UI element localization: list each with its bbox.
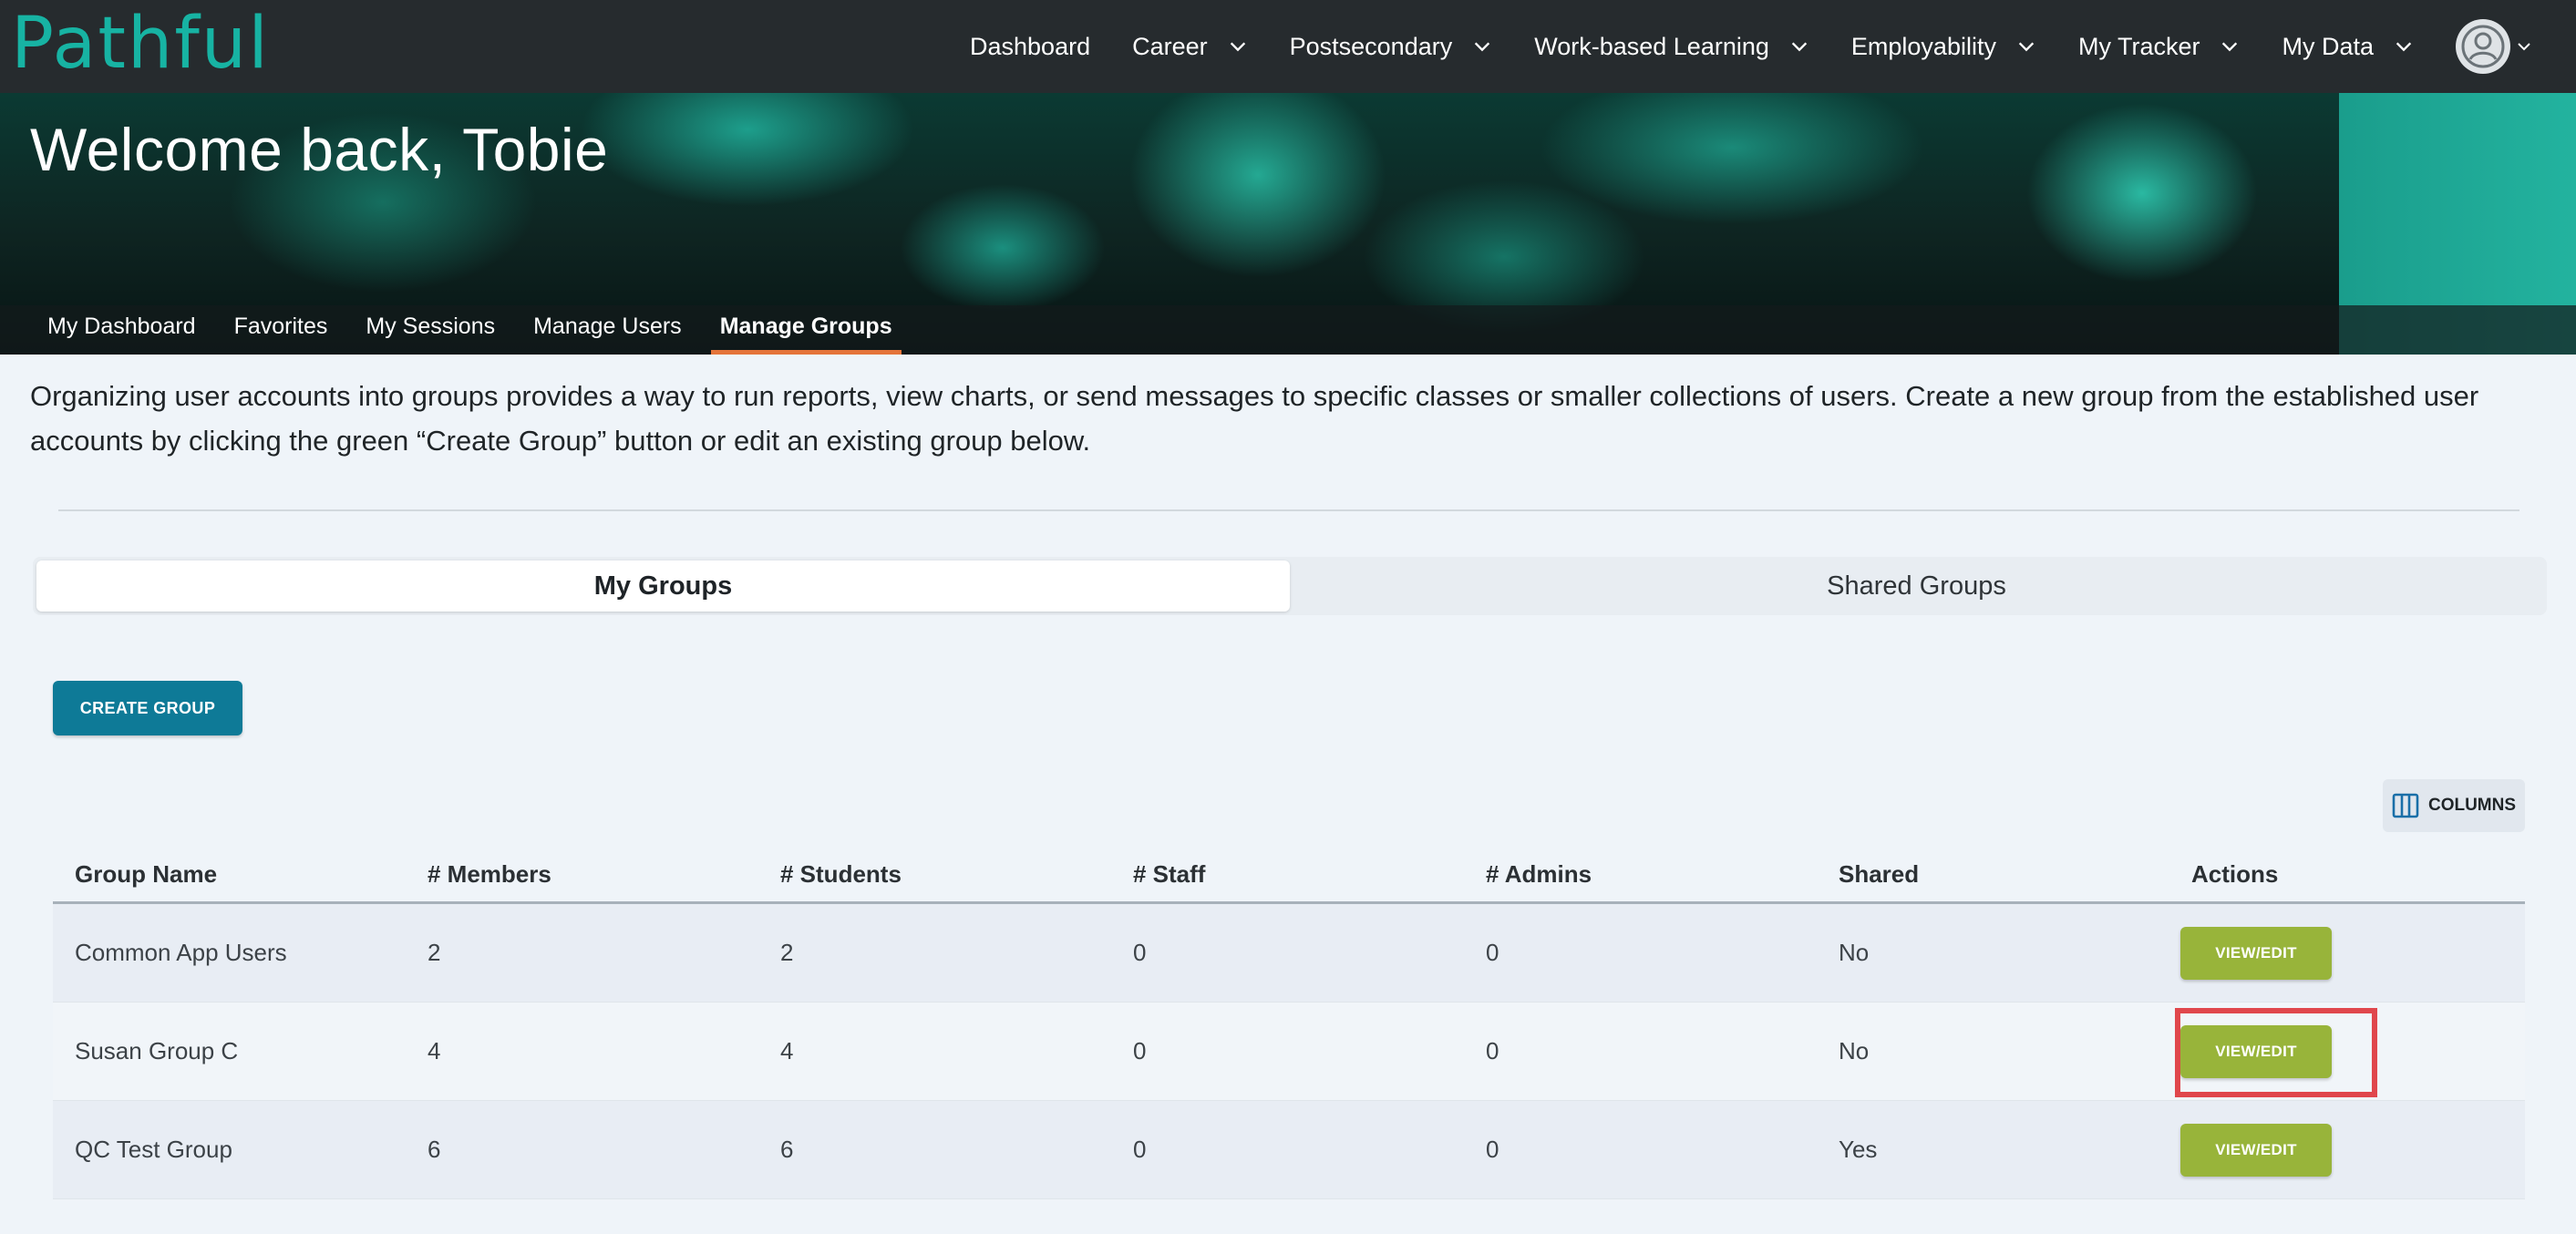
cell-actions: VIEW/EDIT xyxy=(2169,926,2525,980)
cell-admins: 0 xyxy=(1486,939,1499,966)
cell-shared: No xyxy=(1839,939,1870,966)
cell-admins: 0 xyxy=(1486,1136,1499,1163)
cell-members: 4 xyxy=(428,1037,441,1064)
cell-group-name: Susan Group C xyxy=(75,1037,239,1064)
chevron-down-icon xyxy=(1791,42,1808,52)
nav-postsecondary-label: Postsecondary xyxy=(1289,32,1453,60)
cell-students: 2 xyxy=(780,939,794,966)
nav-my-data[interactable]: My Data xyxy=(2282,33,2414,61)
section-divider xyxy=(58,509,2519,511)
nav-my-data-label: My Data xyxy=(2282,32,2374,60)
cell-members: 6 xyxy=(428,1136,441,1163)
header-actions: Actions xyxy=(2191,860,2279,888)
top-navigation-bar: Pathful Dashboard Career Postsecondary W… xyxy=(0,0,2576,93)
user-menu[interactable] xyxy=(2456,19,2532,74)
table-row: QC Test Group 6 6 0 0 Yes VIEW/EDIT xyxy=(53,1101,2525,1199)
main-menu: Dashboard Career Postsecondary Work-base… xyxy=(928,0,2532,93)
view-edit-button[interactable]: VIEW/EDIT xyxy=(2180,926,2332,980)
intro-description: Organizing user accounts into groups pro… xyxy=(30,380,2479,457)
nav-employability[interactable]: Employability xyxy=(1851,33,2036,61)
cell-actions: VIEW/EDIT xyxy=(2169,1024,2525,1078)
tab-my-groups[interactable]: My Groups xyxy=(36,560,1290,612)
nav-employability-label: Employability xyxy=(1850,32,1996,60)
table-header: Group Name # Members # Students # Staff … xyxy=(53,848,2525,904)
chevron-down-icon xyxy=(1230,42,1245,52)
view-edit-button[interactable]: VIEW/EDIT xyxy=(2180,1024,2332,1078)
cell-group-name: QC Test Group xyxy=(75,1136,232,1163)
pathful-logo[interactable]: Pathful xyxy=(7,2,268,89)
cell-group-name: Common App Users xyxy=(75,939,287,966)
subnav-manage-users[interactable]: Manage Users xyxy=(514,305,701,355)
groups-tabs: My Groups Shared Groups xyxy=(33,557,2547,615)
tab-shared-groups[interactable]: Shared Groups xyxy=(1290,560,2543,612)
subnav-manage-groups[interactable]: Manage Groups xyxy=(701,305,912,355)
view-edit-button[interactable]: VIEW/EDIT xyxy=(2180,1123,2332,1177)
nav-career[interactable]: Career xyxy=(1132,33,1248,61)
logo-text: Pathful xyxy=(11,3,270,85)
columns-icon xyxy=(2392,793,2419,818)
create-group-button[interactable]: CREATE GROUP xyxy=(53,681,242,735)
cell-students: 4 xyxy=(780,1037,794,1064)
chevron-down-icon xyxy=(2518,43,2530,51)
header-staff[interactable]: # Staff xyxy=(1111,860,1464,889)
cell-actions: VIEW/EDIT xyxy=(2169,1123,2525,1177)
cell-admins: 0 xyxy=(1486,1037,1499,1064)
chevron-down-icon xyxy=(2222,42,2238,52)
columns-label: COLUMNS xyxy=(2427,796,2517,815)
subnav-my-dashboard[interactable]: My Dashboard xyxy=(28,305,215,355)
nav-work-based-learning[interactable]: Work-based Learning xyxy=(1534,33,1809,61)
subnav-favorites[interactable]: Favorites xyxy=(215,305,347,355)
nav-work-based-learning-label: Work-based Learning xyxy=(1534,32,1769,60)
cell-staff: 0 xyxy=(1133,1136,1147,1163)
chevron-down-icon xyxy=(2396,42,2412,52)
header-admins[interactable]: # Admins xyxy=(1464,860,1817,889)
nav-my-tracker[interactable]: My Tracker xyxy=(2078,33,2241,61)
dashboard-subnav: My Dashboard Favorites My Sessions Manag… xyxy=(0,305,2576,355)
cell-staff: 0 xyxy=(1133,939,1147,966)
cell-members: 2 xyxy=(428,939,441,966)
nav-dashboard-label: Dashboard xyxy=(970,32,1091,60)
nav-dashboard[interactable]: Dashboard xyxy=(970,33,1090,61)
columns-button[interactable]: COLUMNS xyxy=(2383,779,2525,832)
header-group-name[interactable]: Group Name xyxy=(53,860,406,889)
chevron-down-icon xyxy=(1475,42,1490,52)
nav-my-tracker-label: My Tracker xyxy=(2077,32,2200,60)
header-shared[interactable]: Shared xyxy=(1817,860,2169,889)
chevron-down-icon xyxy=(2018,42,2035,52)
user-circle-icon xyxy=(2456,19,2510,74)
header-members[interactable]: # Members xyxy=(406,860,758,889)
nav-postsecondary[interactable]: Postsecondary xyxy=(1290,33,1493,61)
cell-shared: Yes xyxy=(1839,1136,1878,1163)
cell-shared: No xyxy=(1839,1037,1870,1064)
cell-staff: 0 xyxy=(1133,1037,1147,1064)
groups-table: Group Name # Members # Students # Staff … xyxy=(53,848,2525,1199)
header-students[interactable]: # Students xyxy=(758,860,1111,889)
table-row: Susan Group C 4 4 0 0 No VIEW/EDIT xyxy=(53,1003,2525,1101)
welcome-heading: Welcome back, Tobie xyxy=(30,116,609,183)
cell-students: 6 xyxy=(780,1136,794,1163)
table-row: Common App Users 2 2 0 0 No VIEW/EDIT xyxy=(53,904,2525,1003)
nav-career-label: Career xyxy=(1132,32,1208,60)
subnav-my-sessions[interactable]: My Sessions xyxy=(346,305,514,355)
welcome-banner: Welcome back, Tobie My Dashboard Favorit… xyxy=(0,93,2576,355)
